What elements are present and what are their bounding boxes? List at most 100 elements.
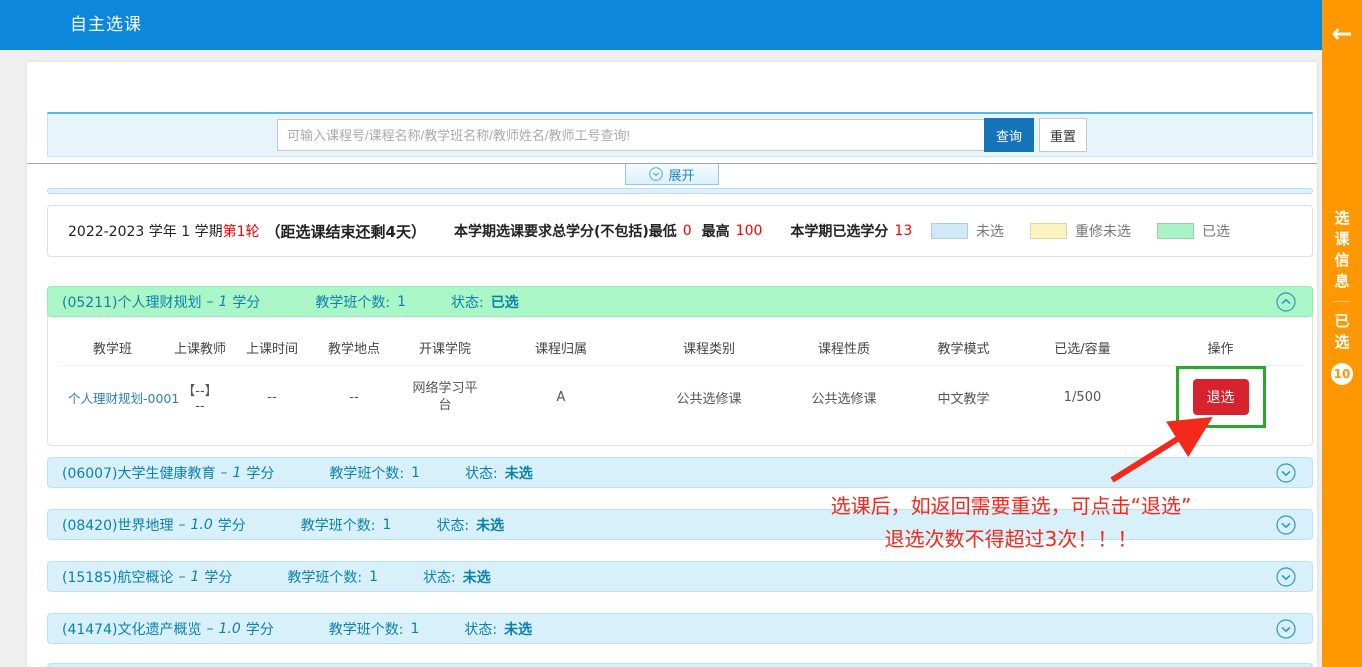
- chevron-down-circle-icon[interactable]: [1276, 567, 1296, 587]
- app-header: 自主选课: [0, 0, 1322, 50]
- collapsed-panel-edge: [47, 188, 1313, 194]
- col-header-location: 教学地点: [309, 329, 399, 366]
- course-row-header[interactable]: (08420)世界地理 – 1.0 学分 教学班个数: 1 状态: 未选: [47, 509, 1313, 540]
- status-label: 状态:: [465, 463, 498, 483]
- course-title: (05211)个人理财规划: [62, 292, 201, 312]
- class-count-label: 教学班个数:: [329, 463, 404, 483]
- course-title: (06007)大学生健康教育: [62, 463, 215, 483]
- course-credits: 1: [232, 465, 241, 481]
- main-panel: 查询 重置 展开 2022-2023 学年 1 学期 第1轮 （距选课结束还剩4…: [27, 62, 1317, 667]
- query-button[interactable]: 查询: [984, 118, 1034, 152]
- class-name-link[interactable]: 个人理财规划-0001: [68, 391, 179, 406]
- course-row-header[interactable]: (15185)航空概论 – 1 学分 教学班个数: 1 状态: 未选: [47, 561, 1313, 592]
- round-text: 第1轮: [223, 221, 260, 241]
- back-arrow-icon[interactable]: ←: [1328, 20, 1356, 48]
- credits-suffix: 学分: [218, 515, 246, 535]
- legend-label-selected: 已选: [1202, 221, 1230, 241]
- term-text: 2022-2023 学年 1 学期: [68, 221, 223, 241]
- status-label: 状态:: [464, 619, 497, 639]
- course-credits: 1.0: [190, 517, 212, 533]
- status-value: 未选: [476, 515, 504, 535]
- right-sidebar: ← 选课信息 已选 10: [1322, 0, 1362, 667]
- col-header-teacher: 上课教师: [165, 329, 235, 366]
- class-count-value: 1: [410, 621, 419, 637]
- course-row-header[interactable]: (06007)大学生健康教育 – 1 学分 教学班个数: 1 状态: 未选: [47, 457, 1313, 488]
- min-credits: 0: [683, 223, 692, 239]
- col-header-capacity: 已选/容量: [1026, 329, 1139, 366]
- max-credits: 100: [736, 223, 763, 239]
- legend-swatch-unselected: [931, 223, 968, 239]
- col-header-affiliation: 课程归属: [491, 329, 631, 366]
- course-credits: 1: [190, 569, 199, 585]
- col-header-nature: 课程性质: [787, 329, 901, 366]
- chevron-down-circle-icon: [649, 167, 663, 181]
- credits-suffix: 学分: [246, 463, 274, 483]
- col-header-category: 课程类别: [631, 329, 787, 366]
- class-count-value: 1: [397, 294, 406, 310]
- expand-toggle[interactable]: 展开: [625, 164, 719, 185]
- sidebar-tabs: 选课信息 已选 10: [1322, 208, 1362, 385]
- course-row-header-selected[interactable]: (05211)个人理财规划 – 1 学分 教学班个数: 1 状态: 已选: [47, 286, 1313, 317]
- deadline-text: （距选课结束还剩4天）: [266, 221, 426, 242]
- chevron-down-circle-icon[interactable]: [1276, 619, 1296, 639]
- class-count-label: 教学班个数:: [329, 619, 404, 639]
- course-title: (15185)航空概论: [62, 567, 173, 587]
- sidebar-tab-selected[interactable]: 已选: [1322, 311, 1362, 353]
- legend-label-retake: 重修未选: [1075, 221, 1131, 241]
- cell-time: --: [235, 366, 309, 429]
- search-section: 查询 重置: [47, 112, 1313, 157]
- sidebar-divider: [1333, 301, 1351, 302]
- chevron-up-circle-icon[interactable]: [1276, 292, 1296, 312]
- status-label: 状态:: [451, 292, 484, 312]
- dash: –: [178, 569, 185, 585]
- dash: –: [220, 465, 227, 481]
- selected-credits-label: 本学期已选学分: [790, 221, 888, 241]
- cell-nature: 公共选修课: [787, 366, 901, 429]
- legend-swatch-selected: [1157, 223, 1194, 239]
- dash: –: [206, 621, 213, 637]
- class-count-value: 1: [411, 465, 420, 481]
- dash: –: [178, 517, 185, 533]
- class-count-label: 教学班个数:: [301, 515, 376, 535]
- sidebar-tab-course-info[interactable]: 选课信息: [1322, 208, 1362, 292]
- status-value: 未选: [504, 619, 532, 639]
- col-header-time: 上课时间: [235, 329, 309, 366]
- status-label: 状态:: [436, 515, 469, 535]
- cell-action: 退选: [1139, 366, 1302, 429]
- reset-button[interactable]: 重置: [1039, 118, 1087, 152]
- status-value: 未选: [463, 567, 491, 587]
- col-header-college: 开课学院: [399, 329, 491, 366]
- class-count-value: 1: [369, 569, 378, 585]
- credits-suffix: 学分: [204, 567, 232, 587]
- course-group-expanded: (05211)个人理财规划 – 1 学分 教学班个数: 1 状态: 已选 教学班: [47, 286, 1313, 446]
- status-value: 未选: [505, 463, 533, 483]
- status-value: 已选: [491, 292, 519, 312]
- cell-location: --: [309, 366, 399, 429]
- expand-label: 展开: [668, 165, 694, 184]
- class-count-value: 1: [382, 517, 391, 533]
- table-row: 个人理财规划-0001 【--】 -- -- -- 网络学习平台 A 公共选修课…: [60, 366, 1302, 429]
- cell-affiliation: A: [491, 366, 631, 429]
- course-row-partial: [47, 663, 1313, 667]
- legend-label-unselected: 未选: [976, 221, 1004, 241]
- chevron-down-circle-icon[interactable]: [1276, 463, 1296, 483]
- withdraw-button[interactable]: 退选: [1193, 379, 1249, 415]
- class-count-label: 教学班个数:: [287, 567, 362, 587]
- search-input[interactable]: [277, 119, 984, 151]
- status-label: 状态:: [423, 567, 456, 587]
- class-count-label: 教学班个数:: [315, 292, 390, 312]
- credits-suffix: 学分: [246, 619, 274, 639]
- class-table: 教学班 上课教师 上课时间 教学地点 开课学院 课程归属 课程类别 课程性质 教…: [60, 329, 1302, 428]
- cell-capacity: 1/500: [1026, 366, 1139, 429]
- chevron-down-circle-icon[interactable]: [1276, 515, 1296, 535]
- course-row-header[interactable]: (41474)文化遗产概览 – 1.0 学分 教学班个数: 1 状态: 未选: [47, 613, 1313, 644]
- course-credits: 1: [218, 294, 227, 310]
- course-title: (08420)世界地理: [62, 515, 173, 535]
- table-header-row: 教学班 上课教师 上课时间 教学地点 开课学院 课程归属 课程类别 课程性质 教…: [60, 329, 1302, 366]
- requirement-label: 本学期选课要求总学分(不包括)最低: [454, 221, 677, 241]
- col-header-mode: 教学模式: [901, 329, 1026, 366]
- cell-category: 公共选修课: [631, 366, 787, 429]
- credits-suffix: 学分: [232, 292, 260, 312]
- selected-credits-value: 13: [894, 223, 912, 239]
- course-title: (41474)文化遗产概览: [62, 619, 201, 639]
